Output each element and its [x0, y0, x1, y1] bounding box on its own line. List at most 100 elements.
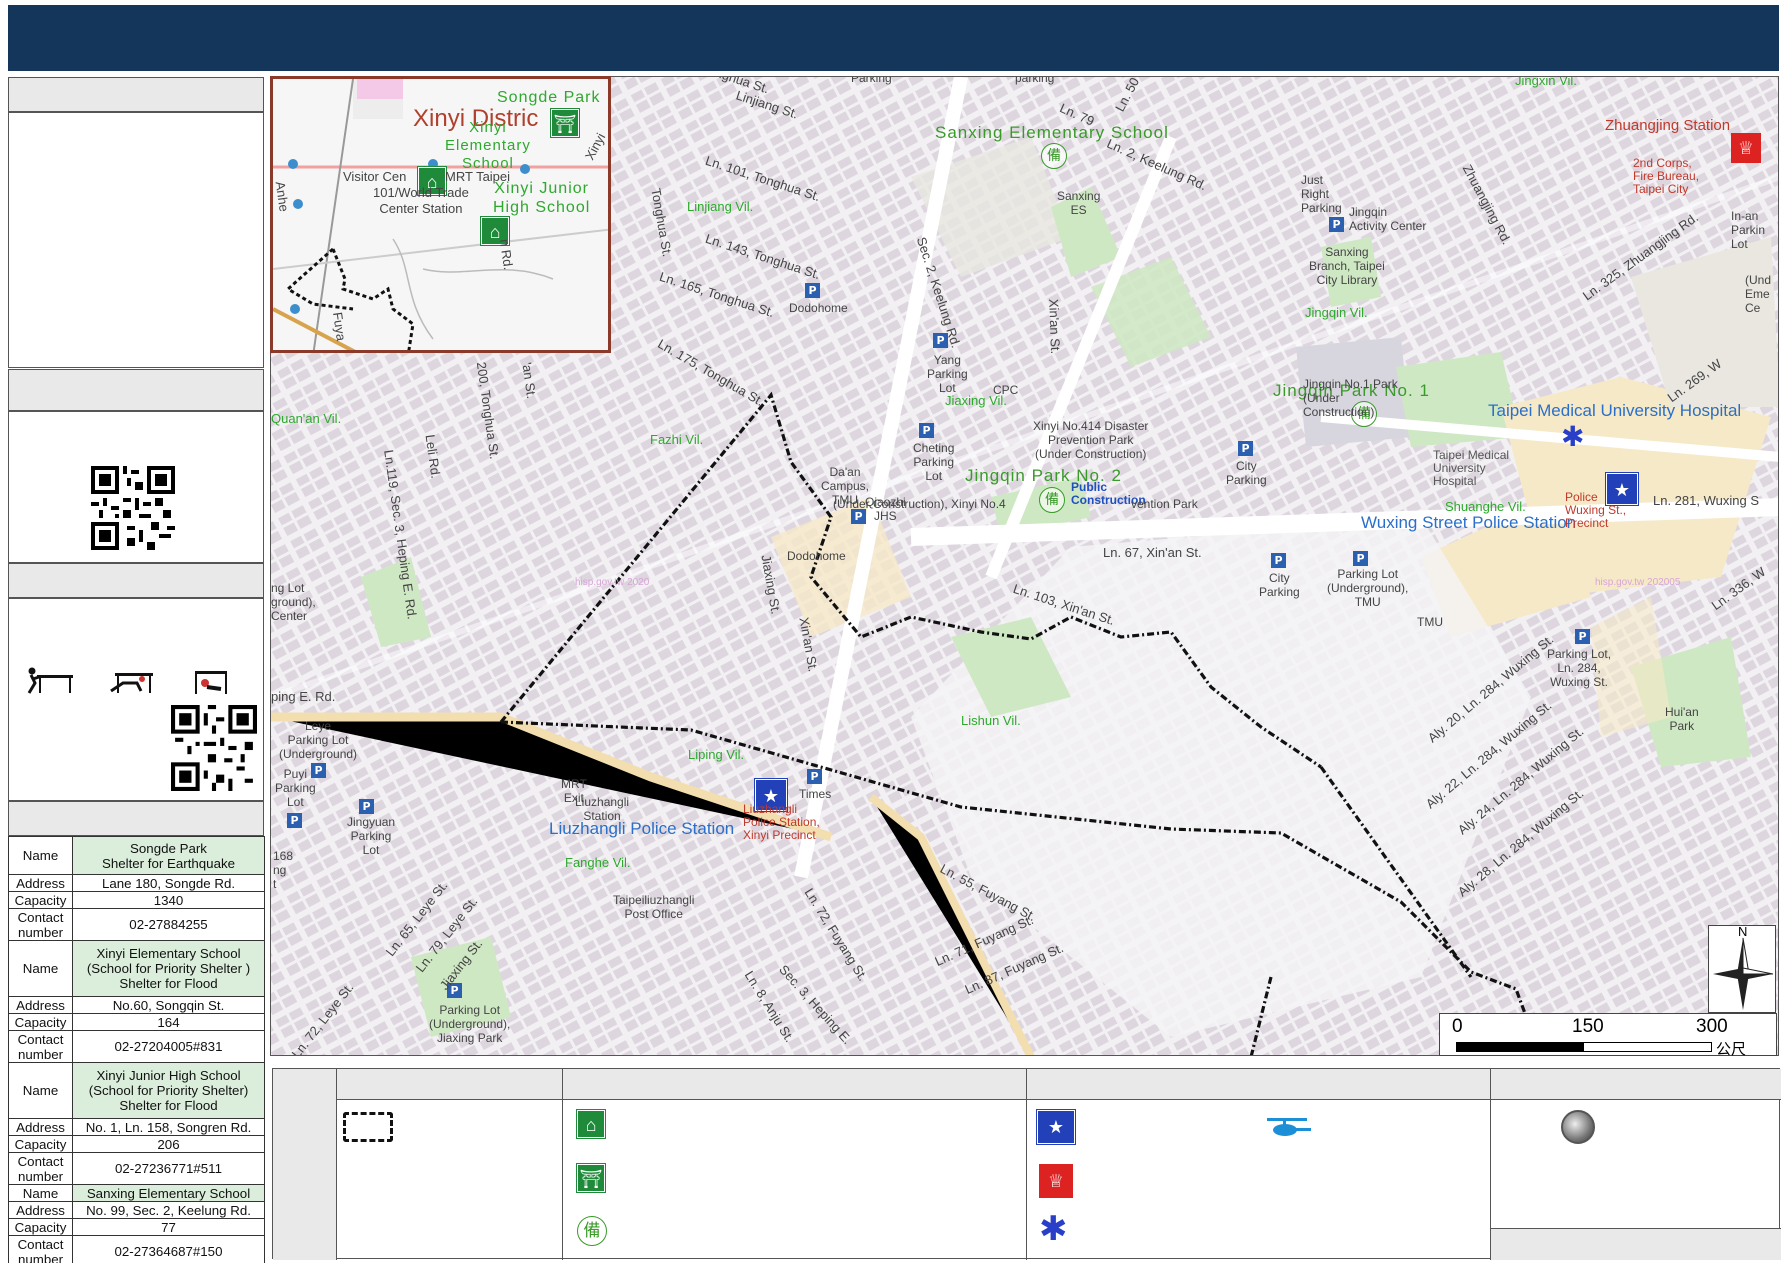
map-label-liping-vil: Liping Vil.: [688, 747, 745, 762]
inset-label-songde-park[interactable]: Songde Park: [497, 89, 601, 107]
parking-icon: P: [805, 283, 820, 298]
legend-footer-cell: [1491, 1228, 1781, 1260]
meeting-point-icon: [1561, 1110, 1595, 1144]
shelter-field-value: Xinyi Junior High School (School for Pri…: [72, 1062, 265, 1119]
legend-side-header: [273, 1069, 337, 1260]
bei-reserve-icon[interactable]: 備: [1039, 487, 1065, 513]
drill-figure-icon: [195, 671, 227, 694]
map-label-quanan-vil: Quan'an Vil.: [271, 411, 342, 426]
police-icon: ★: [1036, 1109, 1076, 1145]
fire-station-icon: ♕: [1039, 1164, 1073, 1198]
shelter-row: Contact number 02-27884255: [8, 908, 265, 941]
map-label-in-an: In-an Parkin Lot: [1731, 209, 1766, 251]
parking-icon: P: [1353, 551, 1368, 566]
legend-header-other: [1491, 1069, 1781, 1100]
legend-col-boundary: [337, 1100, 563, 1260]
shelter-field-label: Contact number: [8, 1152, 73, 1185]
legend-col-rescue: ★ ♕ ✱: [1027, 1100, 1491, 1260]
shelter-row: Address Lane 180, Songde Rd.: [8, 874, 265, 892]
bei-reserve-icon[interactable]: 備: [1041, 143, 1067, 169]
road-xinan: Xin'an St.: [1046, 298, 1064, 355]
map-label-sanxing-library: Sanxing Branch, Taipei City Library: [1309, 245, 1385, 287]
page: Name Songde Park Shelter for Earthquake Ad…: [0, 0, 1786, 1263]
shelter-row: Capacity 164: [8, 1013, 265, 1031]
map-label-jingqin-vil: Jingqin Vil.: [1305, 305, 1368, 320]
map-label-lishun-vil: Lishun Vil.: [961, 713, 1021, 728]
shelter-field-value: Lane 180, Songde Rd.: [72, 874, 265, 892]
map-label-ng-lot: ng Lot ground), Center: [271, 581, 316, 623]
map-label-qiaozhi: Qiaozhi JHS: [865, 495, 906, 523]
shelter-row: Address No. 1, Ln. 158, Songren Rd.: [8, 1118, 265, 1136]
shelter-field-value: 02-27204005#831: [72, 1030, 265, 1063]
shelter-field-label: Address: [8, 1118, 73, 1136]
map-label-parking-284: Parking Lot, Ln. 284, Wuxing St.: [1547, 647, 1612, 689]
map-label-wuxing-police[interactable]: Wuxing Street Police Station: [1361, 513, 1576, 533]
scale-tick-0: 0: [1452, 1016, 1463, 1037]
shelter-field-label: Contact number: [8, 1235, 73, 1263]
shelter-field-value: 02-27364687#150: [72, 1235, 265, 1263]
parking-icon: P: [1329, 217, 1344, 232]
inset-label-xinyi-jhs[interactable]: Xinyi Junior High School: [493, 179, 590, 217]
map-label-tmu: TMU: [1417, 615, 1443, 629]
shelter-field-label: Capacity: [8, 1135, 73, 1153]
map-label-post-office: Taipeiliuzhangli Post Office: [613, 893, 695, 921]
scale-unit: 公尺: [1716, 1041, 1747, 1058]
fire-station-icon[interactable]: ♕: [1731, 133, 1761, 163]
map-label-linjiang-vil: Linjiang Vil.: [687, 199, 754, 214]
parking-icon: P: [1271, 553, 1286, 568]
map-label-daan-campus: Da'an Campus, TMU: [821, 465, 870, 507]
shelter-row: Address No.60, Songqin St.: [8, 996, 265, 1014]
map-label-puyi: Puyi Parking Lot: [275, 767, 316, 809]
earthquake-shelter-icon[interactable]: ⛩: [550, 108, 580, 138]
legend-header-rescue: [1027, 1069, 1491, 1100]
medical-star-icon[interactable]: ✱: [1561, 423, 1584, 451]
map-label-jingyuan: Jingyuan Parking Lot: [347, 815, 396, 857]
shelter-field-label: Name: [8, 940, 73, 997]
map-label-parking-jiaxing: Parking Lot (Underground), Jiaxing Park: [429, 1003, 511, 1045]
map-label-tmu-hospital[interactable]: Taipei Medical University Hospital: [1488, 401, 1741, 421]
helicopter-icon: [1267, 1118, 1311, 1136]
shelter-row: Capacity 206: [8, 1135, 265, 1153]
shelter-row: Contact number 02-27364687#150: [8, 1235, 265, 1263]
compass-north-label: N: [1738, 924, 1748, 939]
earthquake-shelter-icon: ⛩: [576, 1163, 606, 1193]
qr-code[interactable]: [171, 705, 257, 791]
inset-label-xinyi-es[interactable]: Xinyi Elementary School: [445, 119, 531, 173]
sidebar-header-4: [8, 801, 264, 836]
road-parking-top: Parking: [851, 76, 892, 85]
parking-icon: P: [919, 423, 934, 438]
shelter-field-label: Name: [8, 1184, 73, 1202]
parking-icon: P: [1238, 441, 1253, 456]
map-label-sanxing-es[interactable]: Sanxing Elementary School: [935, 123, 1169, 143]
parking-icon: P: [851, 509, 866, 524]
shelter-field-label: Contact number: [8, 1030, 73, 1063]
inset-map[interactable]: Xinyi Distric Songde Park ⛩ Xinyi Elemen…: [270, 76, 611, 353]
drill-panel: [8, 598, 264, 801]
shelter-field-value: Songde Park Shelter for Earthquake: [72, 836, 265, 875]
sidebar-header-1: [8, 77, 264, 112]
parking-icon: P: [287, 813, 302, 828]
shelter-row: Capacity 1340: [8, 891, 265, 909]
map-label-parking-tmu: Parking Lot (Underground), TMU: [1327, 567, 1409, 609]
watermark-2: hisp.gov.tw 202005: [1595, 577, 1681, 588]
map-label-second-corps: 2nd Corps, Fire Bureau, Taipei City: [1633, 156, 1700, 196]
map-label-zhuangjing-station[interactable]: Zhuangjing Station: [1605, 117, 1730, 134]
map-label-xinyi414: Xinyi No.414 Disaster Prevention Park (U…: [1033, 419, 1149, 461]
shelter-field-label: Name: [8, 836, 73, 875]
map-label-ping-e: ping E. Rd.: [271, 689, 336, 704]
shelter-field-value: No.60, Songqin St.: [72, 996, 265, 1014]
sidebar-header-3: [8, 563, 264, 598]
shelter-field-label: Name: [8, 1062, 73, 1119]
map-label-ln67: Ln. 67, Xin'an St.: [1103, 545, 1202, 560]
shelter-field-value: No. 1, Ln. 158, Songren Rd.: [72, 1118, 265, 1136]
qr-code[interactable]: [91, 466, 175, 550]
shelter-row: Name Songde Park Shelter for Earthquake: [8, 836, 265, 875]
shelter-row: Address No. 99, Sec. 2, Keelung Rd.: [8, 1201, 265, 1219]
watermark-1: hisp.gov.tw 2020: [575, 577, 650, 588]
legend-col-shelter: ⌂ ⛩ 備: [563, 1100, 1027, 1260]
map-label-shuanghe-vil: Shuanghe Vil.: [1445, 499, 1526, 514]
map-label-und-eme: (Und Eme Ce: [1745, 273, 1772, 315]
map-label-just-right: Just Right Parking: [1301, 173, 1342, 215]
shelter-field-label: Capacity: [8, 891, 73, 909]
shelter-field-value: 206: [72, 1135, 265, 1153]
